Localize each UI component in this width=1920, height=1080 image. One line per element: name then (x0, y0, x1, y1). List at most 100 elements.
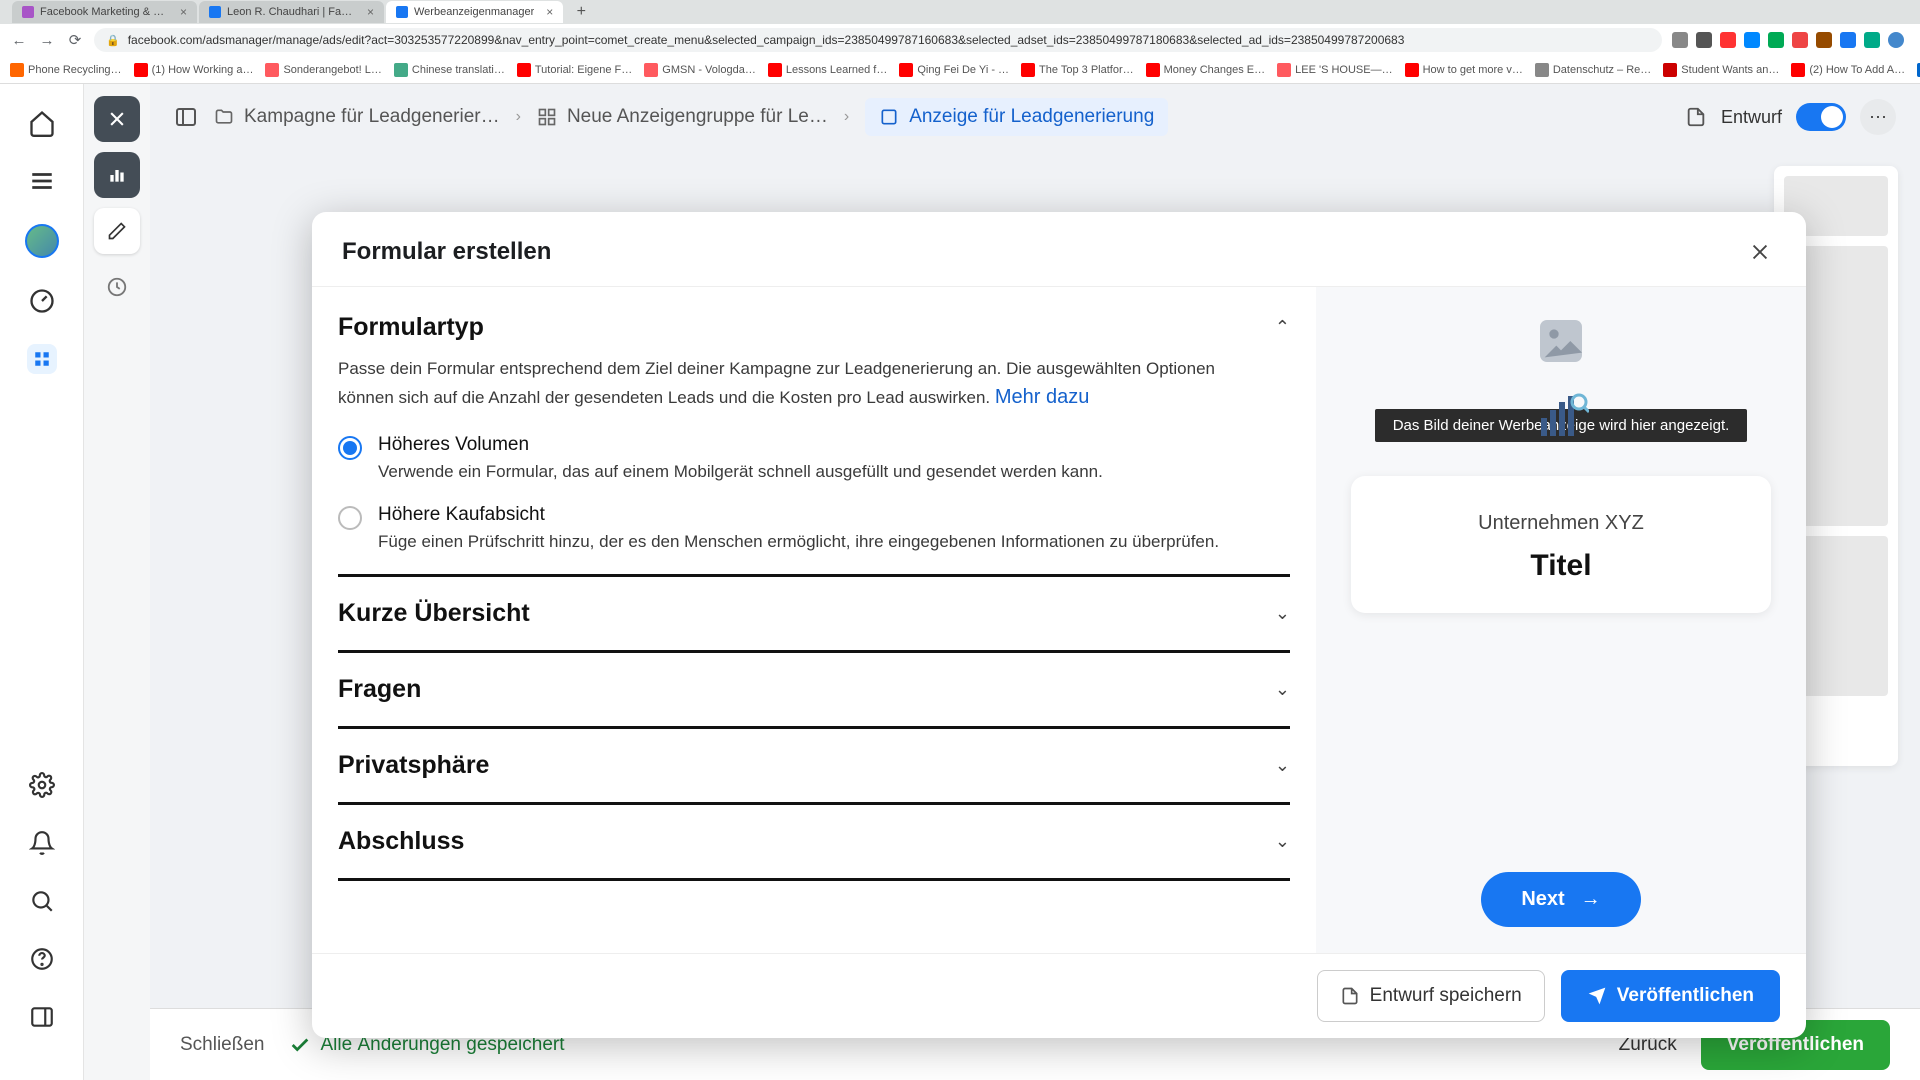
browser-tab[interactable]: Leon R. Chaudhari | Facebook × (199, 1, 384, 23)
section-header[interactable]: Formulartyp ⌃ (338, 313, 1290, 342)
close-icon[interactable]: × (546, 5, 553, 19)
url-field[interactable]: 🔒 facebook.com/adsmanager/manage/ads/edi… (94, 28, 1662, 52)
bookmark[interactable]: Tutorial: Eigene F… (517, 63, 632, 77)
chart-icon[interactable] (94, 152, 140, 198)
ext-icon[interactable] (1696, 32, 1712, 48)
ext-icon[interactable] (1840, 32, 1856, 48)
tab-title: Werbeanzeigenmanager (414, 6, 534, 18)
bookmark[interactable]: LEE 'S HOUSE—… (1277, 63, 1392, 77)
section-overview: Kurze Übersicht ⌄ (338, 577, 1290, 653)
radio-option-volume[interactable]: Höheres Volumen Verwende ein Formular, d… (338, 434, 1290, 482)
close-icon[interactable]: × (180, 5, 187, 19)
address-bar-row: ← → ⟳ 🔒 facebook.com/adsmanager/manage/a… (0, 24, 1920, 56)
chevron-up-icon: ⌃ (1275, 317, 1290, 338)
edit-icon[interactable] (94, 208, 140, 254)
browser-tab-active[interactable]: Werbeanzeigenmanager × (386, 1, 563, 23)
close-icon[interactable]: × (367, 5, 374, 19)
panel-icon[interactable] (27, 1002, 57, 1032)
reload-button[interactable]: ⟳ (66, 31, 84, 49)
chevron-right-icon: › (844, 108, 849, 126)
bell-icon[interactable] (27, 828, 57, 858)
section-header[interactable]: Privatsphäre ⌄ (338, 751, 1290, 780)
browser-chrome: Facebook Marketing & Werbe… × Leon R. Ch… (0, 0, 1920, 84)
form-config-panel: Formulartyp ⌃ Passe dein Formular entspr… (312, 287, 1316, 953)
send-icon (1587, 986, 1607, 1006)
bookmark[interactable]: Money Changes E… (1146, 63, 1266, 77)
arrow-right-icon: → (1581, 888, 1601, 911)
gauge-icon[interactable] (27, 286, 57, 316)
bookmark[interactable]: GMSN - Vologda… (644, 63, 756, 77)
ext-icon[interactable] (1816, 32, 1832, 48)
grid-icon[interactable] (27, 344, 57, 374)
bookmark[interactable]: (1) How Working a… (134, 63, 254, 77)
gear-icon[interactable] (27, 770, 57, 800)
publish-button[interactable]: Veröffentlichen (1561, 970, 1780, 1022)
toggle-switch[interactable] (1796, 103, 1846, 131)
ext-icon[interactable] (1792, 32, 1808, 48)
preview-next-button[interactable]: Next → (1481, 872, 1640, 927)
save-draft-button[interactable]: Entwurf speichern (1317, 970, 1545, 1022)
search-icon[interactable] (27, 886, 57, 916)
home-icon[interactable] (27, 108, 57, 138)
new-tab-button[interactable]: + (571, 2, 591, 22)
learn-more-link[interactable]: Mehr dazu (995, 386, 1090, 408)
ext-icon[interactable] (1744, 32, 1760, 48)
profile-icon[interactable] (1888, 32, 1904, 48)
ext-icon[interactable] (1672, 32, 1688, 48)
ext-icon[interactable] (1720, 32, 1736, 48)
close-editor-button[interactable] (94, 96, 140, 142)
preview-title: Titel (1381, 549, 1741, 583)
avatar[interactable] (25, 224, 59, 258)
radio-option-intent[interactable]: Höhere Kaufabsicht Füge einen Prüfschrit… (338, 504, 1290, 552)
create-form-modal: Formular erstellen Formulartyp ⌃ Passe d… (312, 212, 1806, 1038)
bookmark[interactable]: (2) How To Add A… (1791, 63, 1905, 77)
breadcrumb-ad[interactable]: Anzeige für Leadgenerierung (865, 98, 1168, 136)
radio-input[interactable] (338, 436, 362, 460)
bookmark[interactable]: Chinese translati… (394, 63, 505, 77)
draft-icon (1685, 106, 1707, 128)
bookmark[interactable]: Phone Recycling… (10, 63, 122, 77)
radio-label: Höheres Volumen (378, 434, 1103, 456)
app: Kampagne für Leadgenerier… › Neue Anzeig… (0, 84, 1920, 1080)
forward-button[interactable]: → (38, 31, 56, 49)
bookmark[interactable]: Student Wants an… (1663, 63, 1779, 77)
modal-header: Formular erstellen (312, 212, 1806, 286)
breadcrumb-adset[interactable]: Neue Anzeigengruppe für Le… (537, 106, 828, 128)
close-link[interactable]: Schließen (180, 1034, 265, 1056)
section-header[interactable]: Kurze Übersicht ⌄ (338, 599, 1290, 628)
bookmark[interactable]: Lessons Learned f… (768, 63, 888, 77)
file-icon (1340, 986, 1360, 1006)
ext-icon[interactable] (1768, 32, 1784, 48)
breadcrumb-header: Kampagne für Leadgenerier… › Neue Anzeig… (150, 84, 1920, 150)
side-rail (0, 84, 84, 1080)
status-area: Entwurf ⋯ (1685, 99, 1896, 135)
placeholder-image-icon (1533, 313, 1589, 369)
radio-input[interactable] (338, 506, 362, 530)
section-header[interactable]: Abschluss ⌄ (338, 827, 1290, 856)
bookmark[interactable]: Datenschutz – Re… (1535, 63, 1651, 77)
breadcrumb-campaign[interactable]: Kampagne für Leadgenerier… (214, 106, 500, 128)
form-preview-panel: Das Bild deiner Werbeanzeige wird hier a… (1316, 287, 1806, 953)
section-title: Abschluss (338, 827, 464, 856)
history-icon[interactable] (94, 264, 140, 310)
menu-icon[interactable] (27, 166, 57, 196)
back-button[interactable]: ← (10, 31, 28, 49)
bookmark[interactable]: Qing Fei De Yi - … (899, 63, 1009, 77)
section-formtype: Formulartyp ⌃ Passe dein Formular entspr… (338, 307, 1290, 577)
more-button[interactable]: ⋯ (1860, 99, 1896, 135)
chevron-down-icon: ⌄ (1275, 755, 1290, 776)
browser-tab[interactable]: Facebook Marketing & Werbe… × (12, 1, 197, 23)
section-title: Privatsphäre (338, 751, 489, 780)
ext-icon[interactable] (1864, 32, 1880, 48)
bookmark[interactable]: How to get more v… (1405, 63, 1523, 77)
panel-toggle-icon[interactable] (174, 105, 198, 129)
radio-sub: Verwende ein Formular, das auf einem Mob… (378, 462, 1103, 482)
bookmark[interactable]: Sonderangebot! L… (265, 63, 381, 77)
section-header[interactable]: Fragen ⌄ (338, 675, 1290, 704)
modal-close-button[interactable] (1744, 236, 1776, 268)
modal-footer: Entwurf speichern Veröffentlichen (312, 953, 1806, 1038)
bookmark[interactable]: The Top 3 Platfor… (1021, 63, 1134, 77)
section-privacy: Privatsphäre ⌄ (338, 729, 1290, 805)
section-completion: Abschluss ⌄ (338, 805, 1290, 881)
help-icon[interactable] (27, 944, 57, 974)
